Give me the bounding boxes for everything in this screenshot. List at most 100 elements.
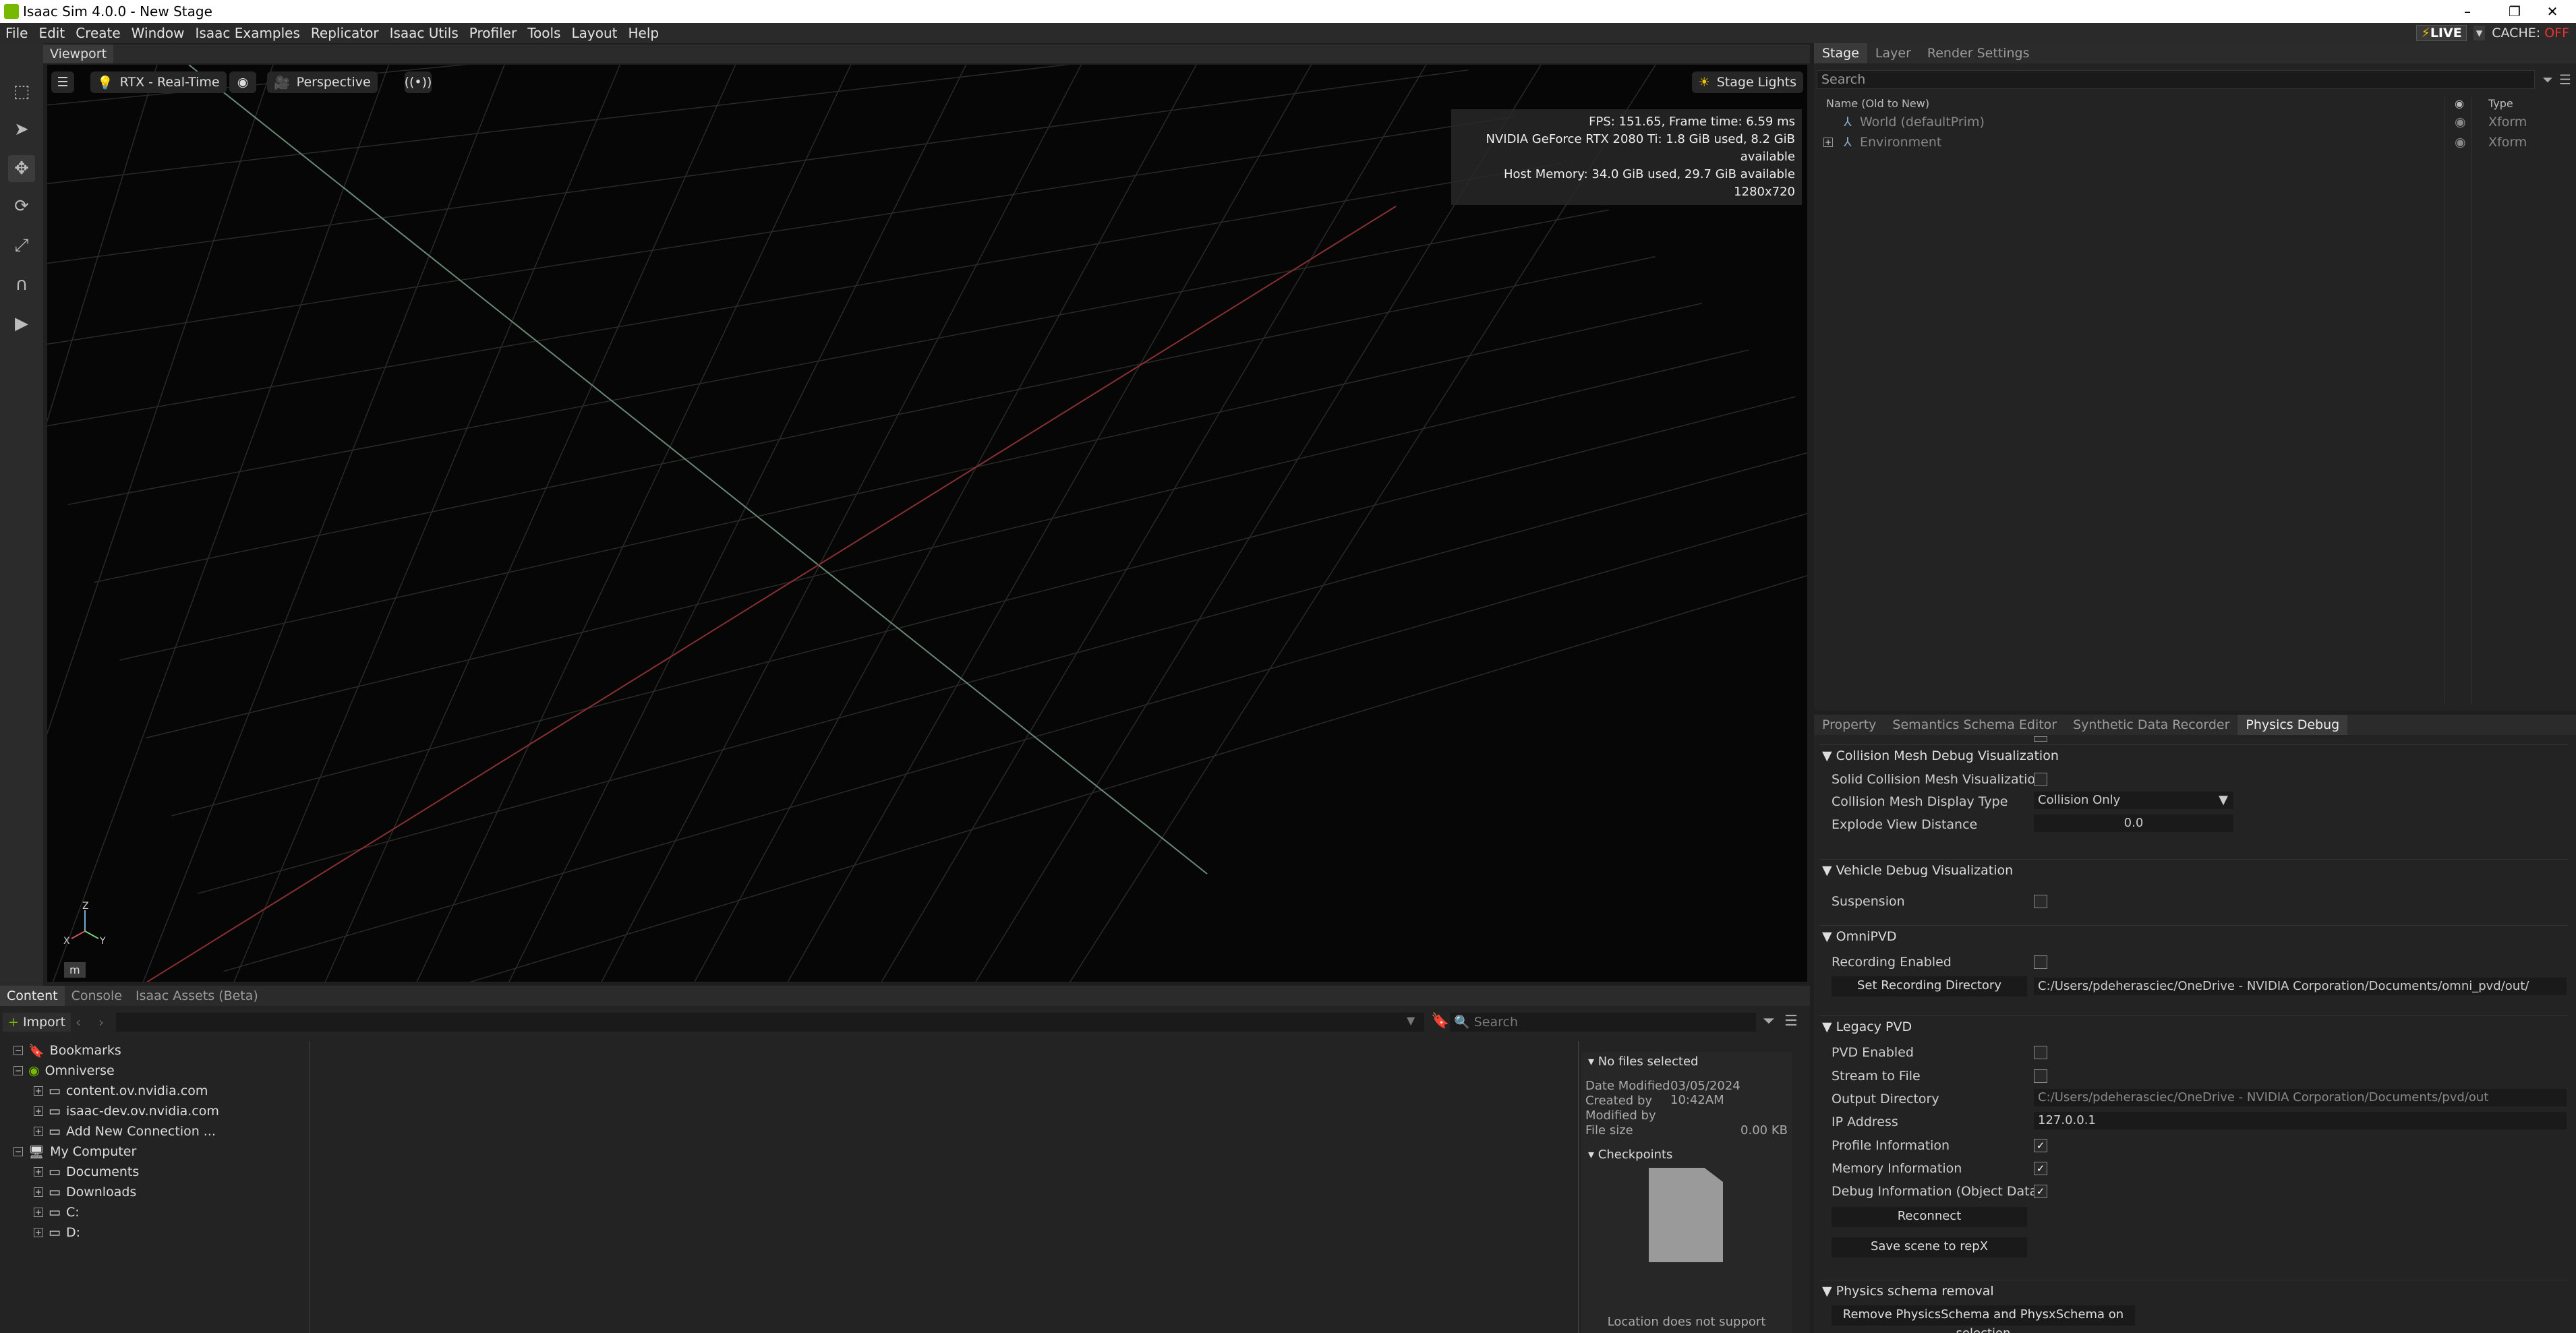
expand-icon[interactable]: +	[34, 1187, 43, 1197]
tab-synthetic-data-recorder[interactable]: Synthetic Data Recorder	[2065, 715, 2237, 735]
camera-button[interactable]: 🎥 Perspective	[267, 71, 378, 93]
ip-address-field[interactable]: 127.0.0.1	[2034, 1112, 2567, 1129]
path-dropdown-icon[interactable]: ▼	[1407, 1014, 1415, 1027]
solid-collision-checkbox[interactable]	[2034, 773, 2047, 786]
select-arrow-icon[interactable]: ➤	[8, 116, 35, 143]
tab-property[interactable]: Property	[1814, 715, 1884, 735]
menu-replicator[interactable]: Replicator	[305, 25, 384, 41]
tab-physics-debug[interactable]: Physics Debug	[2237, 715, 2348, 735]
menu-isaac-examples[interactable]: Isaac Examples	[190, 25, 305, 41]
minimize-button[interactable]: –	[2444, 0, 2491, 23]
cache-status[interactable]: CACHE: OFF	[2492, 26, 2569, 40]
menu-tools[interactable]: Tools	[522, 25, 566, 41]
scale-icon[interactable]: ⤢	[8, 232, 35, 259]
menu-edit[interactable]: Edit	[33, 25, 70, 41]
vehicle-section-header[interactable]: ▼ Vehicle Debug Visualization	[1822, 863, 2013, 878]
live-dropdown-icon[interactable]: ▾	[2473, 26, 2486, 40]
reconnect-button[interactable]: Reconnect	[1832, 1207, 2027, 1227]
pvd-enabled-checkbox[interactable]	[2034, 1046, 2047, 1059]
checkpoints-header[interactable]: ▾ Checkpoints	[1588, 1148, 1672, 1162]
forward-icon[interactable]: ›	[98, 1014, 104, 1030]
live-button[interactable]: ⚡LIVE	[2416, 25, 2467, 41]
stream-to-file-checkbox[interactable]	[2034, 1069, 2047, 1083]
clipped-checkbox[interactable]	[2034, 736, 2047, 742]
import-button[interactable]: + Import	[3, 1013, 71, 1032]
tree-item-server[interactable]: + ▭ content.ov.nvidia.com	[34, 1082, 208, 1100]
explode-distance-field[interactable]: 0.0	[2034, 814, 2233, 832]
bookmark-icon[interactable]: 🔖	[1431, 1013, 1449, 1030]
expand-icon[interactable]: +	[34, 1228, 43, 1237]
collision-section-header[interactable]: ▼ Collision Mesh Debug Visualization	[1822, 748, 2059, 763]
close-button[interactable]: ✕	[2529, 0, 2576, 23]
rotate-icon[interactable]: ⟳	[8, 193, 35, 220]
legacy-pvd-section-header[interactable]: ▼ Legacy PVD	[1822, 1019, 1912, 1034]
stage-options-icon[interactable]: ☰	[2559, 71, 2571, 88]
viewport-settings-button[interactable]: ☰	[51, 71, 74, 93]
tree-item-my-computer[interactable]: − 🖥 My Computer	[13, 1142, 136, 1161]
audio-button[interactable]: ((•))	[405, 71, 432, 93]
menu-isaac-utils[interactable]: Isaac Utils	[384, 25, 464, 41]
type-column-header[interactable]: Type	[2488, 97, 2513, 110]
name-column-header[interactable]: Name (Old to New)	[1826, 97, 1929, 110]
expand-icon[interactable]: +	[34, 1086, 43, 1096]
display-type-dropdown[interactable]: Collision Only ▼	[2034, 792, 2233, 809]
no-files-header[interactable]: ▾ No files selected	[1588, 1055, 1698, 1069]
save-repx-button[interactable]: Save scene to repX	[1832, 1237, 2027, 1257]
menu-profiler[interactable]: Profiler	[464, 25, 522, 41]
expand-icon[interactable]: +	[1823, 138, 1833, 147]
tree-item-drive[interactable]: + ▭ Downloads	[34, 1183, 136, 1202]
menu-window[interactable]: Window	[126, 25, 190, 41]
tree-item-omniverse[interactable]: − ◉ Omniverse	[13, 1061, 115, 1080]
tree-item-server[interactable]: + ▭ isaac-dev.ov.nvidia.com	[34, 1102, 219, 1121]
tree-item-drive[interactable]: + ▭ Documents	[34, 1162, 139, 1181]
remove-schema-button[interactable]: Remove PhysicsSchema and PhysxSchema on …	[1832, 1305, 2135, 1333]
expand-icon[interactable]: +	[34, 1127, 43, 1136]
play-icon[interactable]: ▶	[8, 310, 35, 337]
expand-icon[interactable]: +	[34, 1106, 43, 1116]
menu-create[interactable]: Create	[70, 25, 125, 41]
visibility-button[interactable]: ◉	[229, 71, 256, 93]
path-field[interactable]	[116, 1013, 1424, 1032]
snap-magnet-icon[interactable]: ∩	[8, 271, 35, 298]
visibility-eye-icon[interactable]: ◉	[2455, 135, 2466, 150]
menu-help[interactable]: Help	[622, 25, 664, 41]
stage-row-world[interactable]: ⅄ World (defaultPrim) ◉ Xform	[1814, 112, 2576, 132]
tree-item-drive[interactable]: + ▭ D:	[34, 1223, 80, 1242]
memory-info-checkbox[interactable]: ✓	[2034, 1162, 2047, 1175]
collapse-icon[interactable]: −	[13, 1147, 23, 1156]
content-search-input[interactable]: 🔍 Search	[1450, 1013, 1756, 1032]
schema-removal-section-header[interactable]: ▼ Physics schema removal	[1822, 1284, 1994, 1299]
back-icon[interactable]: ‹	[76, 1014, 81, 1030]
tab-render-settings[interactable]: Render Settings	[1919, 43, 2038, 63]
stage-search-input[interactable]: Search	[1817, 70, 2535, 89]
menu-layout[interactable]: Layout	[566, 25, 622, 41]
tab-content[interactable]: Content	[0, 986, 65, 1006]
visibility-eye-icon[interactable]: ◉	[2455, 115, 2466, 129]
recording-enabled-checkbox[interactable]	[2034, 955, 2047, 969]
filter-icon[interactable]: ⏷	[1763, 1013, 1775, 1030]
render-mode-button[interactable]: 💡 RTX - Real-Time	[90, 71, 227, 93]
recording-directory-field[interactable]: C:/Users/pdeherasciec/OneDrive - NVIDIA …	[2034, 978, 2567, 995]
options-menu-icon[interactable]: ☰	[1784, 1013, 1798, 1030]
debug-info-checkbox[interactable]: ✓	[2034, 1185, 2047, 1198]
output-directory-field[interactable]: C:/Users/pdeherasciec/OneDrive - NVIDIA …	[2034, 1089, 2567, 1106]
stage-row-environment[interactable]: + ⅄ Environment ◉ Xform	[1814, 132, 2576, 152]
profile-info-checkbox[interactable]: ✓	[2034, 1139, 2047, 1152]
collapse-icon[interactable]: −	[13, 1046, 23, 1055]
move-icon[interactable]: ✥	[8, 155, 35, 182]
tree-item-bookmarks[interactable]: − 🔖 Bookmarks	[13, 1041, 121, 1060]
unit-label[interactable]: m	[64, 962, 86, 978]
expand-icon[interactable]: +	[34, 1167, 43, 1177]
stage-lights-button[interactable]: ☀ Stage Lights	[1691, 71, 1803, 93]
tree-item-add-connection[interactable]: + ▭ Add New Connection ...	[34, 1122, 216, 1141]
expand-icon[interactable]: +	[34, 1208, 43, 1217]
set-recording-directory-button[interactable]: Set Recording Directory	[1832, 976, 2027, 997]
tab-layer[interactable]: Layer	[1867, 43, 1919, 63]
omnipvd-section-header[interactable]: ▼ OmniPVD	[1822, 929, 1897, 944]
filter-icon[interactable]: ⏷	[2542, 71, 2553, 88]
tab-console[interactable]: Console	[65, 986, 129, 1006]
suspension-checkbox[interactable]	[2034, 895, 2047, 908]
tab-viewport[interactable]: Viewport	[43, 45, 114, 63]
menu-file[interactable]: File	[0, 25, 33, 41]
tab-isaac-assets[interactable]: Isaac Assets (Beta)	[129, 986, 265, 1006]
